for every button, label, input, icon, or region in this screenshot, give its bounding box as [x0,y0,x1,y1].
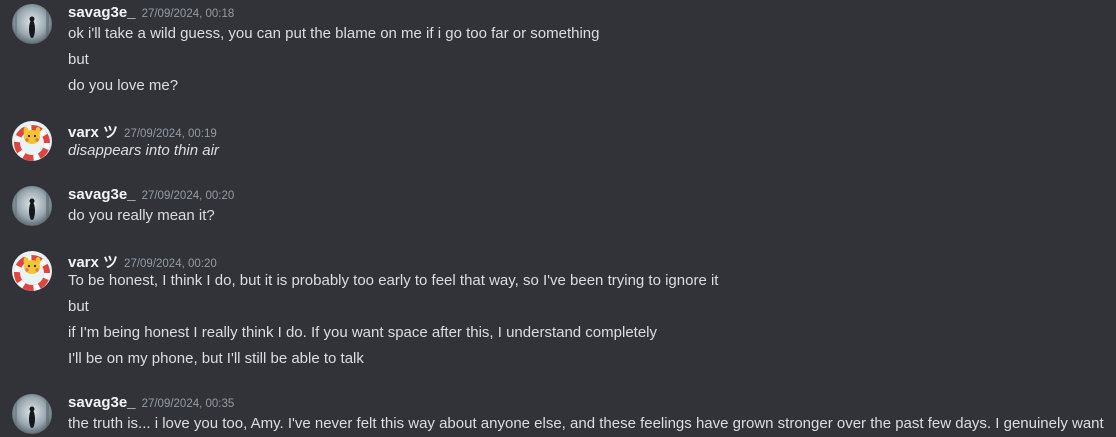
avatar-image [12,186,52,226]
message-header: varx ツ 27/09/2024, 00:19 [68,121,217,143]
message-header: savag3e_ 27/09/2024, 00:35 [68,394,234,416]
message-text: do you really mean it? [68,207,215,224]
username[interactable]: savag3e_ [68,4,136,21]
timestamp: 27/09/2024, 00:18 [141,8,235,20]
message-header: savag3e_ 27/09/2024, 00:20 [68,186,234,208]
message-text: the truth is... i love you too, Amy. I'v… [68,415,1104,432]
message-text: disappears into thin air [68,142,219,159]
avatar-image [12,394,52,434]
message-text: do you love me? [68,77,179,94]
timestamp: 27/09/2024, 00:19 [124,128,217,140]
avatar-savag3e[interactable] [12,394,52,434]
avatar-varx[interactable] [12,251,52,291]
username[interactable]: savag3e_ [68,394,136,411]
timestamp: 27/09/2024, 00:20 [124,258,217,270]
message-text: To be honest, I think I do, but it is pr… [68,272,719,289]
username[interactable]: varx ツ [68,254,118,271]
username[interactable]: savag3e_ [68,186,136,203]
chat-messages: savag3e_ 27/09/2024, 00:18 ok i'll take a… [0,0,1116,437]
message-header: varx ツ 27/09/2024, 00:20 [68,251,217,273]
avatar-varx[interactable] [12,121,52,161]
timestamp: 27/09/2024, 00:20 [141,190,235,202]
message-text: ok i'll take a wild guess, you can put t… [68,25,600,42]
timestamp: 27/09/2024, 00:35 [141,398,235,410]
message-text: I'll be on my phone, but I'll still be a… [68,350,364,367]
username[interactable]: varx ツ [68,124,118,141]
message-header: savag3e_ 27/09/2024, 00:18 [68,4,234,26]
avatar-image [12,251,52,291]
avatar-savag3e[interactable] [12,4,52,44]
message-text: but [68,298,89,315]
avatar-image [12,121,52,161]
avatar-image [12,4,52,44]
message-text: but [68,51,89,68]
avatar-savag3e[interactable] [12,186,52,226]
message-text: if I'm being honest I really think I do.… [68,324,658,341]
